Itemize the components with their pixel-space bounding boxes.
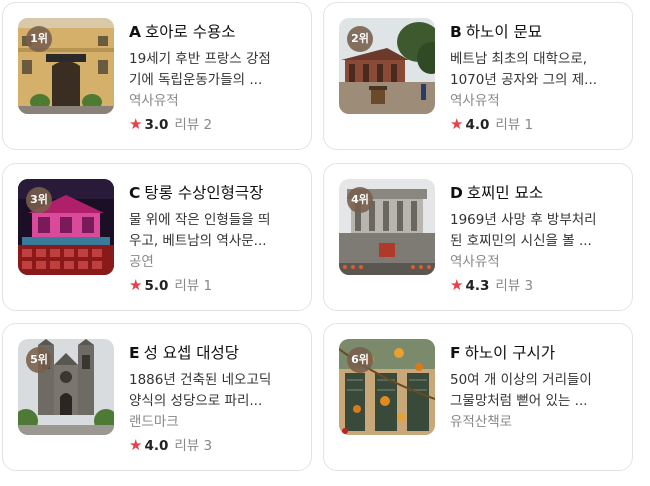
place-name: 탕롱 수상인형극장	[144, 184, 264, 202]
place-description: 1886년 건축된 네오고딕양식의 성당으로 파리...	[129, 370, 303, 412]
review-count: 리뷰 1	[495, 117, 534, 133]
place-description: 물 위에 작은 인형들을 띄우고, 베트남의 역사문...	[129, 210, 303, 252]
place-card-e[interactable]: 5위 E성 요셉 대성당 1886년 건축된 네오고딕양식의 성당으로 파리..…	[2, 323, 312, 471]
place-letter: F	[450, 344, 461, 362]
place-description: 19세기 후반 프랑스 강점기에 독립운동가들의 ...	[129, 49, 303, 91]
place-category: 유적산책로	[450, 414, 513, 430]
place-info: E성 요셉 대성당 1886년 건축된 네오고딕양식의 성당으로 파리... 랜…	[129, 342, 303, 456]
place-card-a[interactable]: 1위 A 호아로 수용소 19세기 후반 프랑스 강점기에 독립운동가들의 ...…	[2, 2, 312, 150]
place-description: 1969년 사망 후 방부처리된 호찌민의 시신을 볼 ...	[450, 210, 624, 252]
place-title: D 호찌민 묘소	[450, 182, 624, 204]
place-info: A 호아로 수용소 19세기 후반 프랑스 강점기에 독립운동가들의 ... 역사…	[129, 21, 303, 135]
place-photo: 1위	[18, 18, 114, 114]
description-line: 양식의 성당으로 파리...	[129, 393, 263, 409]
review-count: 리뷰 3	[495, 278, 534, 294]
description-line: 된 호찌민의 시신을 볼 ...	[450, 233, 592, 249]
rating-score: 4.3	[465, 278, 490, 294]
rank-badge: 5위	[26, 347, 52, 373]
description-line: 베트남 최초의 대학으로,	[450, 51, 588, 67]
place-rating: ★ 3.0 리뷰 2	[129, 113, 303, 135]
place-list: 1위 A 호아로 수용소 19세기 후반 프랑스 강점기에 독립운동가들의 ...…	[0, 0, 650, 486]
place-letter: E	[129, 344, 140, 362]
description-line: 1969년 사망 후 방부처리	[450, 212, 597, 228]
description-line: 물 위에 작은 인형들을 띄	[129, 212, 271, 228]
place-info: D 호찌민 묘소 1969년 사망 후 방부처리 된 호찌민의 시신을 볼 ... …	[450, 182, 624, 296]
place-photo: 3위	[18, 179, 114, 275]
place-photo: 2위	[339, 18, 435, 114]
rating-score: 4.0	[465, 117, 490, 133]
place-rating: ★ 4.0 리뷰 3	[129, 434, 303, 456]
place-rating: ★ 5.0 리뷰 1	[129, 274, 303, 296]
place-category: 역사유적	[129, 93, 179, 109]
star-icon: ★	[129, 436, 143, 454]
place-title: A 호아로 수용소	[129, 21, 303, 43]
place-name: 하노이 구시가	[464, 344, 556, 362]
review-count: 리뷰 3	[174, 438, 213, 454]
place-info: B 하노이 문묘 베트남 최초의 대학으로, 1070년 공자와 그의 제... 역…	[450, 21, 624, 135]
place-name: 성 요셉 대성당	[143, 344, 240, 362]
place-letter: A	[129, 23, 141, 41]
description-line: 그물망처럼 뻗어 있는 ...	[450, 393, 588, 409]
place-title: E성 요셉 대성당	[129, 342, 303, 364]
rank-badge: 4위	[347, 187, 373, 213]
place-letter: B	[450, 23, 462, 41]
place-name: 호찌민 묘소	[466, 184, 544, 202]
place-photo: 4위	[339, 179, 435, 275]
place-description: 50여 개 이상의 거리들이그물망처럼 뻗어 있는 ...	[450, 370, 624, 412]
place-description: 베트남 최초의 대학으로, 1070년 공자와 그의 제...	[450, 49, 624, 91]
place-title: F 하노이 구시가	[450, 342, 624, 364]
place-card-d[interactable]: 4위 D 호찌민 묘소 1969년 사망 후 방부처리된 호찌민의 시신을 볼 .…	[323, 163, 633, 311]
place-rating: ★ 4.0 리뷰 1	[450, 113, 624, 135]
place-photo: 5위	[18, 339, 114, 435]
rank-badge: 6위	[347, 347, 373, 373]
rating-score: 3.0	[144, 117, 169, 133]
description-line: 1070년 공자와 그의 제...	[450, 72, 598, 88]
rating-score: 4.0	[144, 438, 169, 454]
star-icon: ★	[129, 276, 143, 294]
star-icon: ★	[450, 276, 464, 294]
place-card-b[interactable]: 2위 B 하노이 문묘 베트남 최초의 대학으로, 1070년 공자와 그의 제..…	[323, 2, 633, 150]
description-line: 19세기 후반 프랑스 강점	[129, 51, 271, 67]
description-line: 50여 개 이상의 거리들이	[450, 372, 592, 388]
place-rating: ★ 4.3 리뷰 3	[450, 274, 624, 296]
place-name: 호아로 수용소	[145, 23, 236, 41]
place-title: C 탕롱 수상인형극장	[129, 182, 303, 204]
place-photo: 6위	[339, 339, 435, 435]
rating-score: 5.0	[144, 278, 169, 294]
star-icon: ★	[450, 115, 464, 133]
place-category: 역사유적	[450, 254, 500, 270]
rank-badge: 2위	[347, 26, 373, 52]
description-line: 1886년 건축된 네오고딕	[129, 372, 272, 388]
place-letter: D	[450, 184, 463, 202]
place-category: 공연	[129, 254, 154, 270]
place-category: 랜드마크	[129, 414, 179, 430]
star-icon: ★	[129, 115, 143, 133]
place-category: 역사유적	[450, 93, 500, 109]
place-info: C 탕롱 수상인형극장 물 위에 작은 인형들을 띄우고, 베트남의 역사문...…	[129, 182, 303, 296]
review-count: 리뷰 2	[174, 117, 213, 133]
rank-badge: 1위	[26, 26, 52, 52]
rank-badge: 3위	[26, 187, 52, 213]
place-name: 하노이 문묘	[465, 23, 543, 41]
place-letter: C	[129, 184, 141, 202]
description-line: 우고, 베트남의 역사문...	[129, 233, 267, 249]
place-card-f[interactable]: 6위 F 하노이 구시가 50여 개 이상의 거리들이그물망처럼 뻗어 있는 ..…	[323, 323, 633, 471]
description-line: 기에 독립운동가들의 ...	[129, 72, 263, 88]
place-title: B 하노이 문묘	[450, 21, 624, 43]
place-card-c[interactable]: 3위 C 탕롱 수상인형극장 물 위에 작은 인형들을 띄우고, 베트남의 역사문…	[2, 163, 312, 311]
place-info: F 하노이 구시가 50여 개 이상의 거리들이그물망처럼 뻗어 있는 ... 유…	[450, 342, 624, 433]
review-count: 리뷰 1	[174, 278, 213, 294]
